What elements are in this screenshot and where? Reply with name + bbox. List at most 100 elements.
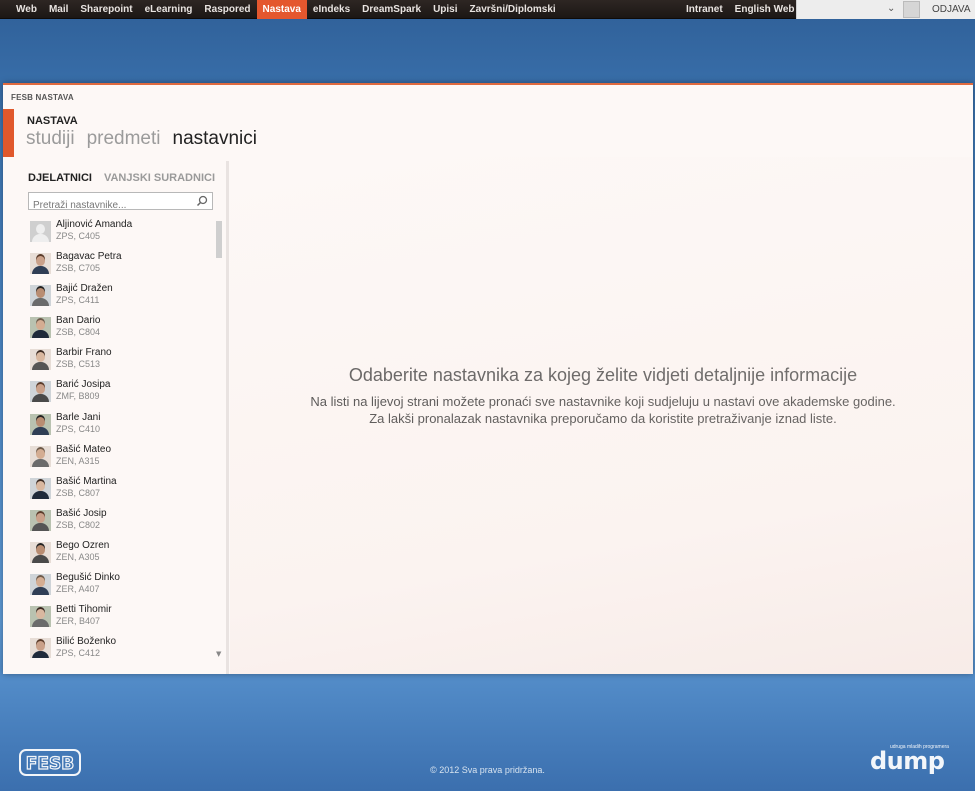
- dump-logo-text: dump: [870, 747, 945, 775]
- tab-nastavnici[interactable]: nastavnici: [173, 128, 258, 150]
- teacher-name: Barle Jani: [56, 411, 101, 423]
- teacher-office: ZPS, C410: [56, 423, 101, 434]
- top-nav-item-eindeks[interactable]: eIndeks: [307, 0, 356, 19]
- teacher-office: ZPS, C405: [56, 231, 101, 241]
- empty-state-line-1: Na listi na lijevoj strani možete pronać…: [310, 394, 896, 409]
- top-nav-item-intranet[interactable]: Intranet: [680, 0, 729, 19]
- top-nav-menu: Web Mail Sharepoint eLearning Raspored Nastav…: [10, 0, 562, 19]
- teacher-list: Aljinović Amanda ZPS, C405 Bagavac Petra ZS…: [28, 218, 208, 658]
- search-icon[interactable]: [196, 195, 208, 207]
- top-nav-item-mail[interactable]: Mail: [43, 0, 74, 19]
- teacher-name: Aljinović Amanda: [56, 219, 133, 230]
- top-nav-item-raspored[interactable]: Raspored: [198, 0, 256, 19]
- tab-djelatnici[interactable]: DJELATNICI: [28, 172, 92, 184]
- sub-navigation: studiji predmeti nastavnici: [26, 128, 257, 150]
- teacher-list-item[interactable]: Bilić Boženko ZPS, C412: [28, 635, 208, 658]
- top-nav-item-english-web[interactable]: English Web: [729, 0, 801, 19]
- teacher-list-item[interactable]: Aljinović Amanda ZPS, C405: [28, 218, 208, 250]
- empty-state-heading: Odaberite nastavnika za kojeg želite vid…: [348, 365, 858, 385]
- teacher-office: ZMF, B809: [56, 391, 100, 402]
- teacher-office: ZPS, C412: [56, 648, 101, 658]
- avatar: [30, 606, 51, 628]
- teacher-name: Betti Tihomir: [56, 604, 112, 616]
- logout-link[interactable]: ODJAVA: [932, 0, 971, 19]
- teacher-list-item[interactable]: Bašić Martina ZSB, C807: [28, 475, 208, 507]
- teacher-list-item[interactable]: Bajić Dražen ZPS, C411: [28, 282, 208, 314]
- avatar: [30, 285, 51, 307]
- teacher-name: Begušić Dinko: [56, 572, 120, 584]
- teacher-list-item[interactable]: Bašić Mateo ZEN, A315: [28, 443, 208, 475]
- chevron-down-icon[interactable]: ⌄: [887, 3, 895, 14]
- teacher-list-item[interactable]: Bagavac Petra ZSB, C705: [28, 250, 208, 282]
- top-nav-item-web[interactable]: Web: [10, 0, 43, 19]
- empty-state-line-2: Za lakši pronalazak nastavnika preporuča…: [369, 411, 837, 426]
- top-navigation-bar: Web Mail Sharepoint eLearning Raspored Nastav…: [0, 0, 975, 19]
- teacher-list-item[interactable]: Bašić Josip ZSB, C802: [28, 507, 208, 539]
- teacher-name: Barbir Frano: [56, 347, 112, 359]
- avatar: [30, 445, 51, 467]
- list-tabs: DJELATNICI VANJSKI SURADNICI: [28, 172, 215, 184]
- section-accent-bar: [3, 109, 14, 157]
- teacher-name: Bajić Dražen: [56, 283, 113, 295]
- avatar: [30, 381, 51, 403]
- section-title: NASTAVA: [27, 115, 78, 127]
- teacher-list-item[interactable]: Betti Tihomir ZER, B407: [28, 603, 208, 635]
- main-panel: FESB NASTAVA NASTAVA studiji predmeti nast…: [3, 83, 973, 674]
- avatar: [30, 509, 51, 531]
- avatar: [30, 413, 51, 435]
- teacher-office: ZSB, C513: [56, 359, 101, 370]
- scrollbar-thumb[interactable]: [216, 221, 222, 258]
- teacher-name: Bašić Mateo: [56, 443, 112, 455]
- avatar: [30, 574, 51, 596]
- top-nav-item-zavr-ni-diplomski[interactable]: Završni/Diplomski: [464, 0, 562, 19]
- copyright-text: © 2012 Sva prava pridržana.: [430, 765, 545, 775]
- teacher-name: Bašić Martina: [56, 475, 117, 487]
- user-box[interactable]: ⌄ ODJAVA: [796, 0, 975, 19]
- teacher-office: ZER, B407: [56, 616, 101, 627]
- avatar: [30, 638, 51, 658]
- teacher-name: Ban Dario: [56, 315, 101, 327]
- teacher-list-item[interactable]: Barić Josipa ZMF, B809: [28, 378, 208, 410]
- top-nav-item-upisi[interactable]: Upisi: [427, 0, 463, 19]
- avatar: [30, 477, 51, 499]
- teacher-list-item[interactable]: Bego Ozren ZEN, A305: [28, 539, 208, 571]
- avatar: [30, 349, 51, 371]
- user-avatar: [903, 1, 920, 18]
- teacher-list-column: DJELATNICI VANJSKI SURADNICI Aljinović A…: [3, 161, 229, 674]
- teacher-name: Bašić Josip: [56, 507, 107, 519]
- search-input[interactable]: [29, 197, 189, 214]
- top-nav-item-elearning[interactable]: eLearning: [139, 0, 199, 19]
- teacher-name: Bagavac Petra: [56, 251, 122, 263]
- breadcrumb: FESB NASTAVA: [11, 93, 74, 102]
- list-scrollbar[interactable]: ▼: [216, 218, 223, 658]
- teacher-list-item[interactable]: Barbir Frano ZSB, C513: [28, 346, 208, 378]
- teacher-list-item[interactable]: Barle Jani ZPS, C410: [28, 411, 208, 443]
- top-nav-item-dreamspark[interactable]: DreamSpark: [356, 0, 427, 19]
- tab-studiji[interactable]: studiji: [26, 128, 75, 150]
- avatar: [30, 317, 51, 339]
- teacher-office: ZSB, C807: [56, 487, 101, 498]
- teacher-office: ZPS, C411: [56, 295, 100, 306]
- teacher-list-item[interactable]: Ban Dario ZSB, C804: [28, 314, 208, 346]
- teacher-name: Barić Josipa: [56, 379, 111, 391]
- teacher-office: ZEN, A315: [56, 455, 100, 466]
- top-nav-right-menu: Intranet English Web: [680, 0, 801, 19]
- teacher-office: ZSB, C804: [56, 327, 101, 338]
- dump-logo: udruga mladih programera dump: [870, 744, 960, 776]
- top-nav-item-sharepoint[interactable]: Sharepoint: [74, 0, 138, 19]
- tab-predmeti[interactable]: predmeti: [87, 128, 161, 150]
- tab-vanjski-suradnici[interactable]: VANJSKI SURADNICI: [104, 172, 215, 184]
- teacher-list-item[interactable]: Begušić Dinko ZER, A407: [28, 571, 208, 603]
- teacher-office: ZER, A407: [56, 584, 100, 595]
- teacher-office: ZSB, C802: [56, 519, 101, 530]
- avatar: [30, 541, 51, 563]
- teacher-name: Bego Ozren: [56, 539, 110, 551]
- scroll-down-arrow-icon[interactable]: ▼: [216, 650, 221, 658]
- teacher-office: ZEN, A305: [56, 551, 100, 562]
- teacher-office: ZSB, C705: [56, 263, 101, 274]
- search-box: [28, 192, 213, 214]
- avatar: [30, 253, 51, 275]
- avatar: [30, 221, 51, 242]
- empty-state-message: Odaberite nastavnika za kojeg želite vid…: [243, 365, 963, 427]
- top-nav-item-nastava[interactable]: Nastava: [256, 0, 307, 19]
